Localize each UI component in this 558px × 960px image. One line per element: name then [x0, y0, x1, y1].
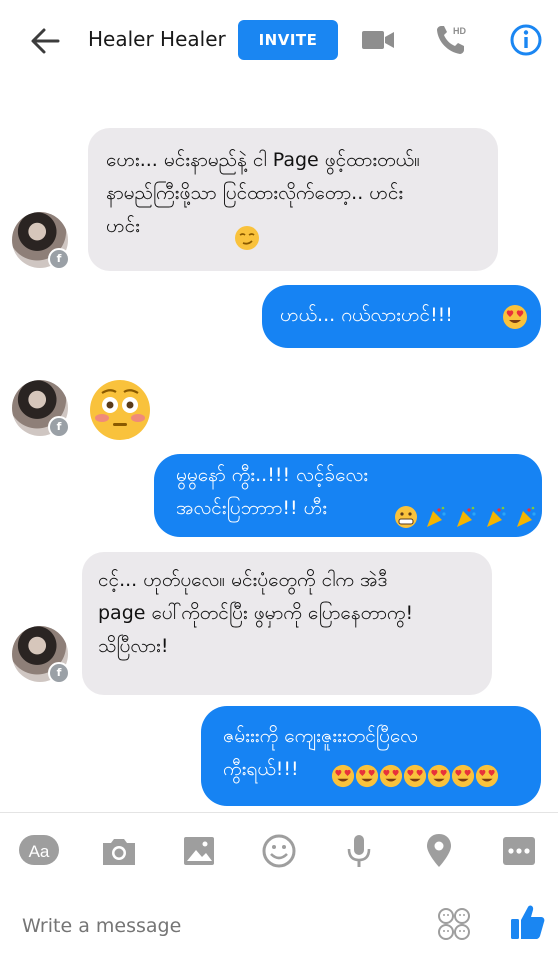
like-icon[interactable]: [508, 902, 546, 942]
message-input[interactable]: [20, 910, 404, 942]
sticker-icon[interactable]: [258, 831, 300, 871]
facebook-badge-icon: f: [48, 662, 70, 684]
microphone-icon[interactable]: [338, 831, 380, 871]
conversation-header: Healer Healer INVITE HD: [0, 0, 558, 82]
heart-eyes-emoji-icon: [331, 764, 355, 787]
message-text: ငင့်... ဟုတ်ပုလေ။ မင်းပုံတွေကို ငါက အဲဒီ…: [98, 569, 414, 657]
back-arrow-icon[interactable]: [28, 24, 62, 58]
message-bubble[interactable]: ဟေး... မင်းနာမည်နဲ့ ငါ Page ဖွင့်ထားတယ်။…: [88, 128, 498, 271]
heart-eyes-emoji-icon: [427, 764, 451, 787]
party-popper-icon: [427, 506, 446, 527]
facebook-badge-icon: f: [48, 248, 70, 270]
party-popper-icon: [487, 506, 506, 527]
message-bubble[interactable]: မွမွနော် ကွီး..!!! လင့်ခ်လေး အလင်းပြဘာာာ…: [154, 454, 542, 537]
message-text: ဟေး... မင်းနာမည်နဲ့ ငါ Page ဖွင့်ထားတယ်။…: [106, 149, 420, 237]
image-icon[interactable]: [178, 831, 220, 871]
info-icon[interactable]: [508, 22, 544, 58]
heart-eyes-emoji-icon: [451, 764, 475, 787]
location-icon[interactable]: [418, 831, 460, 871]
grimace-emoji-icon: [395, 505, 417, 528]
emoji-group: [394, 500, 538, 528]
heart-eyes-emoji-icon: [503, 305, 527, 329]
contact-avatar[interactable]: f: [12, 380, 70, 438]
composer-toolbar: Aa: [0, 812, 558, 889]
smirk-emoji-icon: [235, 226, 259, 250]
heart-eyes-emoji-icon: [379, 764, 403, 787]
message-bubble[interactable]: ဇမ်းးးကို ကျေးဇူးးးတင်ပြီလေ ကွီးရယ်!!!: [201, 706, 541, 806]
phone-hd-badge: HD: [453, 26, 466, 36]
emoji-group: [331, 759, 499, 787]
message-text: ဟယ်... ဂယ်လားဟင်!!!: [280, 304, 453, 326]
invite-button[interactable]: INVITE: [238, 20, 338, 60]
phone-call-icon[interactable]: HD: [434, 22, 470, 58]
message-composer: [0, 888, 558, 960]
contact-avatar[interactable]: f: [12, 212, 70, 270]
camera-icon[interactable]: [98, 831, 140, 871]
svg-text:Aa: Aa: [29, 842, 50, 861]
party-popper-icon: [517, 506, 536, 527]
video-call-icon[interactable]: [360, 22, 396, 58]
flushed-emoji-icon: [90, 380, 150, 440]
heart-eyes-emoji-icon: [475, 764, 499, 787]
contact-name[interactable]: Healer Healer: [88, 27, 226, 51]
emoji-icon[interactable]: [436, 906, 472, 942]
heart-eyes-emoji-icon: [355, 764, 379, 787]
text-format-icon[interactable]: Aa: [18, 831, 60, 871]
flushed-emoji-message[interactable]: [88, 378, 152, 442]
message-bubble[interactable]: ဟယ်... ဂယ်လားဟင်!!!: [262, 285, 541, 348]
more-icon[interactable]: [498, 831, 540, 871]
contact-avatar[interactable]: f: [12, 626, 70, 684]
party-popper-icon: [457, 506, 476, 527]
message-bubble[interactable]: ငင့်... ဟုတ်ပုလေ။ မင်းပုံတွေကို ငါက အဲဒီ…: [82, 552, 492, 695]
heart-eyes-emoji-icon: [403, 764, 427, 787]
facebook-badge-icon: f: [48, 416, 70, 438]
